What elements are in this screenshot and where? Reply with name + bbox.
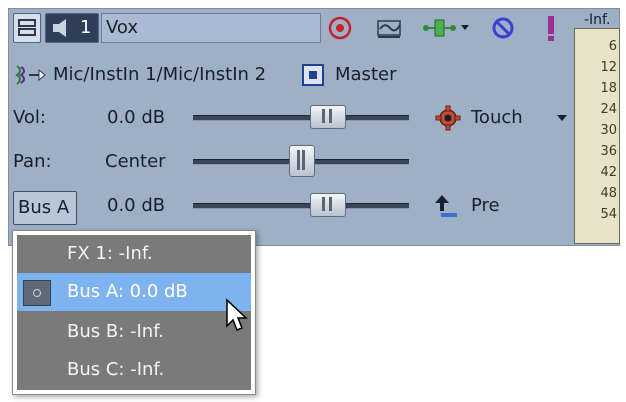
fx-chain-button[interactable] xyxy=(421,15,473,41)
track-menu-icon xyxy=(18,19,36,36)
output-label[interactable]: Master xyxy=(335,64,396,85)
bus-send-button[interactable]: Bus A xyxy=(13,191,77,225)
arrow-icon xyxy=(435,195,457,217)
automation-mode-button[interactable] xyxy=(433,104,463,132)
meter-tick: 6 xyxy=(608,39,617,54)
gear-icon xyxy=(435,105,461,131)
menu-item-label: Bus B: -Inf. xyxy=(67,321,164,342)
meter-tick: 42 xyxy=(600,165,617,180)
output-button[interactable] xyxy=(301,63,325,87)
vol-label: Vol: xyxy=(13,107,46,128)
menu-item-label: Bus C: -Inf. xyxy=(67,359,165,380)
input-route-button[interactable] xyxy=(13,63,47,87)
pan-label: Pan: xyxy=(13,151,52,172)
meter-tick: 24 xyxy=(600,102,617,117)
pointer-cursor-icon xyxy=(226,298,248,331)
pan-slider-thumb[interactable] xyxy=(289,145,315,177)
menu-item-label: FX 1: -Inf. xyxy=(67,243,153,264)
meter-tick: 30 xyxy=(600,123,617,138)
track-number: 1 xyxy=(80,17,92,38)
menu-item-bus-c[interactable]: Bus C: -Inf. xyxy=(17,351,251,389)
invert-phase-button[interactable] xyxy=(543,13,559,43)
track-number-box[interactable]: 1 xyxy=(45,13,99,43)
fx-icon xyxy=(423,19,469,37)
solo-icon xyxy=(492,17,514,39)
meter-header: -Inf. xyxy=(584,12,611,28)
bus-slider-thumb[interactable] xyxy=(309,193,346,217)
meter-tick: 36 xyxy=(600,144,617,159)
level-meter: 6 12 18 24 30 36 42 48 54 xyxy=(574,28,620,244)
automation-button[interactable] xyxy=(375,15,405,41)
record-arm-icon xyxy=(328,16,352,40)
pan-value[interactable]: Center xyxy=(105,151,166,172)
output-icon xyxy=(302,64,324,86)
meter-tick: 12 xyxy=(600,60,617,75)
bus-send-menu: FX 1: -Inf. Bus A: 0.0 dB Bus B: -Inf. B… xyxy=(12,230,256,395)
bus-slider-track[interactable] xyxy=(193,203,409,209)
track-name: Vox xyxy=(106,17,139,38)
record-arm-button[interactable] xyxy=(327,15,353,41)
vol-slider-track[interactable] xyxy=(193,115,409,121)
track-name-field[interactable]: Vox xyxy=(101,13,321,43)
track-header: 1 Vox Mic/InstIn 1/Mic/InstIn 2 Master V… xyxy=(8,8,620,246)
automation-icon xyxy=(377,20,401,38)
menu-item-bus-b[interactable]: Bus B: -Inf. xyxy=(17,313,251,351)
menu-item-label: Bus A: 0.0 dB xyxy=(67,281,188,302)
menu-item-fx1[interactable]: FX 1: -Inf. xyxy=(17,235,251,273)
bus-value[interactable]: 0.0 dB xyxy=(107,195,165,216)
exclamation-icon xyxy=(548,16,554,41)
automation-mode-dropdown-arrow[interactable] xyxy=(557,115,567,121)
selected-indicator xyxy=(23,280,51,306)
vol-slider-thumb[interactable] xyxy=(309,105,346,129)
send-mode-button[interactable] xyxy=(433,191,459,221)
bus-send-button-label: Bus A xyxy=(18,197,70,218)
meter-tick: 54 xyxy=(600,207,617,222)
meter-tick: 48 xyxy=(600,186,617,201)
automation-mode-label[interactable]: Touch xyxy=(471,107,523,128)
vol-value[interactable]: 0.0 dB xyxy=(107,107,165,128)
input-route-icon xyxy=(15,65,46,85)
send-mode-label[interactable]: Pre xyxy=(471,195,500,216)
bus-send-menu-body: FX 1: -Inf. Bus A: 0.0 dB Bus B: -Inf. B… xyxy=(17,235,251,390)
menu-item-bus-a[interactable]: Bus A: 0.0 dB xyxy=(17,273,251,311)
track-menu-button[interactable] xyxy=(13,13,41,43)
mute-icon xyxy=(53,19,66,37)
solo-button[interactable] xyxy=(489,15,517,41)
meter-tick: 18 xyxy=(600,81,617,96)
input-route-label[interactable]: Mic/InstIn 1/Mic/InstIn 2 xyxy=(53,64,266,85)
